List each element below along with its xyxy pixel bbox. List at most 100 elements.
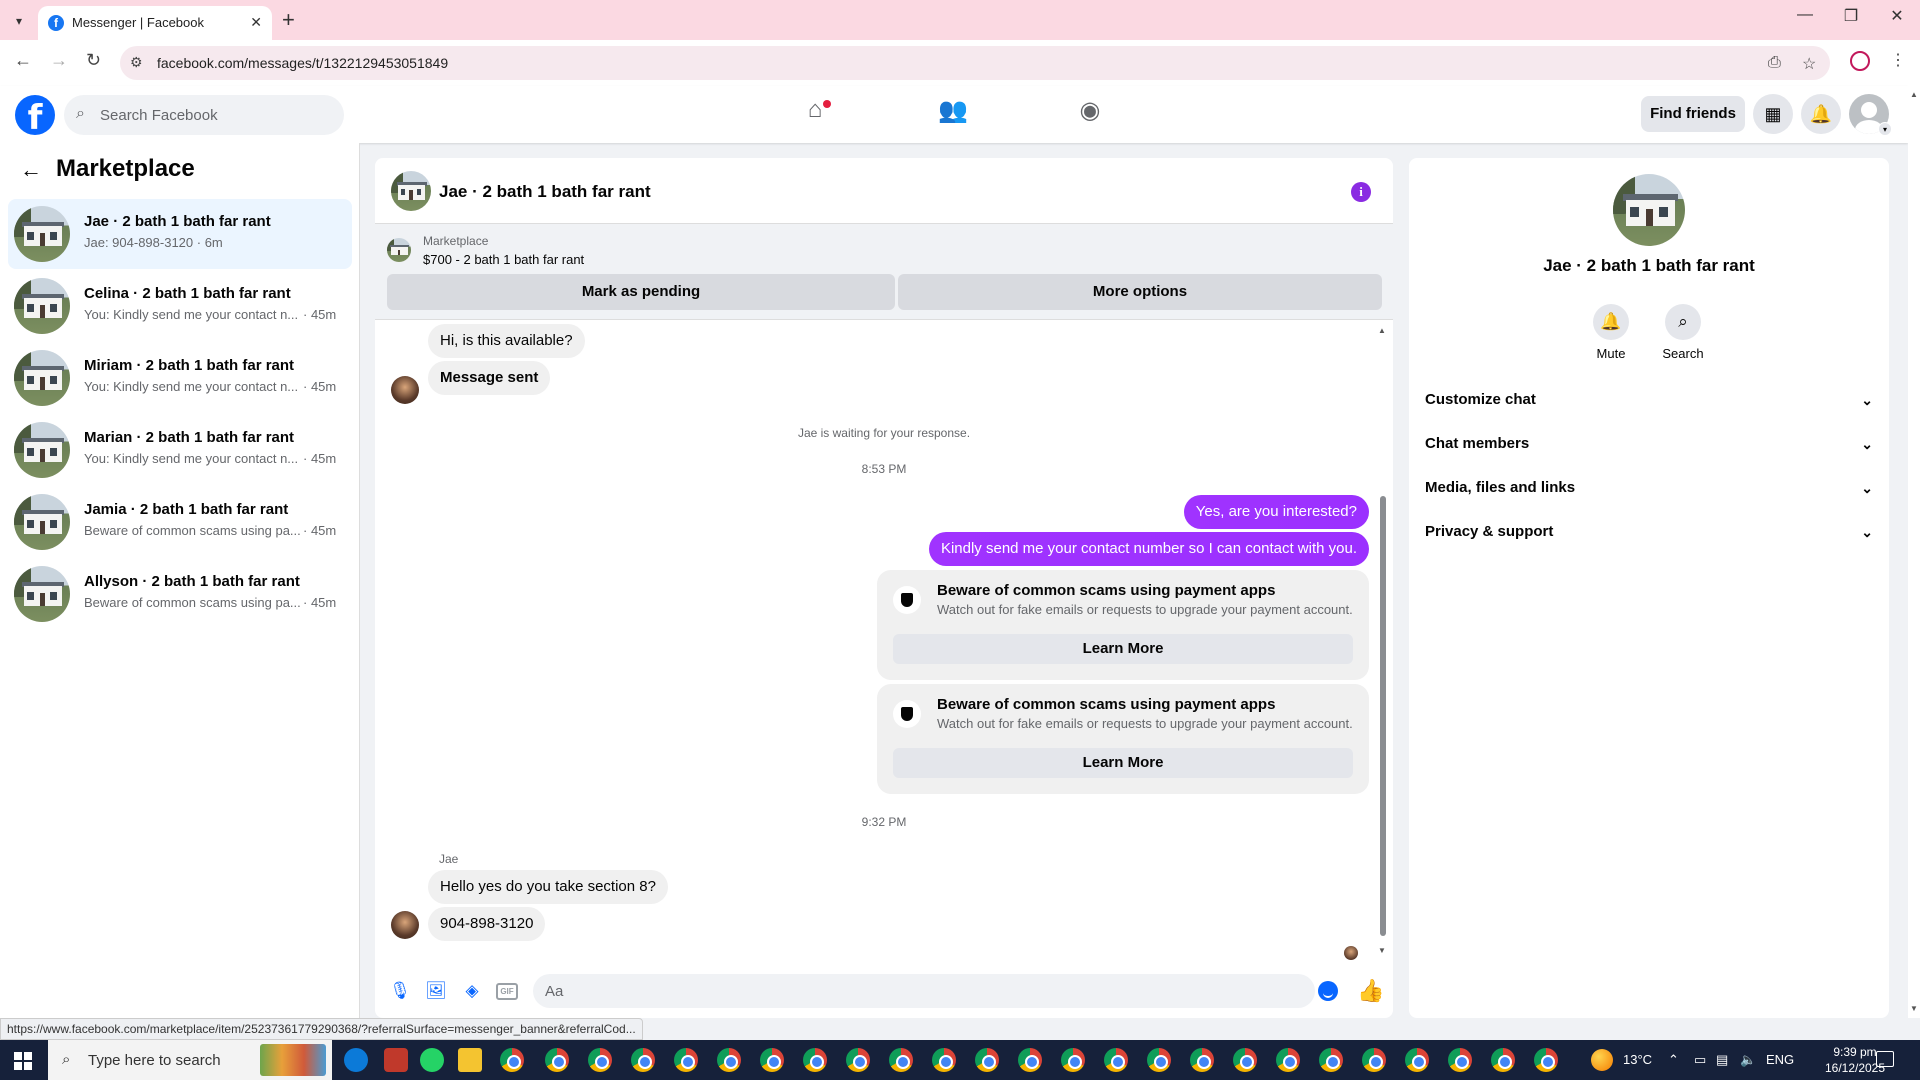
- chrome-icon[interactable]: [803, 1048, 827, 1072]
- notifications-bell-icon[interactable]: 🔔: [1801, 94, 1841, 134]
- back-arrow-icon[interactable]: ←: [20, 157, 42, 183]
- search-icon[interactable]: ⌕: [1665, 304, 1701, 340]
- chrome-icon[interactable]: [932, 1048, 956, 1072]
- windows-start-icon[interactable]: [14, 1052, 32, 1070]
- customize-chat-row[interactable]: Customize chat ⌄: [1425, 382, 1873, 418]
- chat-members-row[interactable]: Chat members ⌄: [1425, 426, 1873, 462]
- conversation-item[interactable]: Jae · 2 bath 1 bath far rant Jae: 904-89…: [8, 199, 352, 269]
- chrome-icon[interactable]: [1491, 1048, 1515, 1072]
- facebook-search[interactable]: ⌕: [64, 95, 344, 135]
- tab-close-icon[interactable]: ✕: [250, 14, 262, 31]
- bookmark-star-icon[interactable]: ☆: [1802, 54, 1816, 74]
- facebook-logo[interactable]: f: [15, 95, 55, 138]
- page-scroll-up-icon[interactable]: ▲: [1910, 90, 1918, 99]
- sender-avatar[interactable]: [391, 911, 419, 939]
- language-indicator[interactable]: ENG: [1766, 1052, 1794, 1067]
- site-info-icon[interactable]: ⚙: [130, 54, 143, 71]
- url-text[interactable]: facebook.com/messages/t/1322129453051849: [157, 55, 448, 71]
- chrome-icon[interactable]: [1534, 1048, 1558, 1072]
- chrome-icon[interactable]: [1362, 1048, 1386, 1072]
- chrome-icon[interactable]: [545, 1048, 569, 1072]
- emoji-icon[interactable]: [1318, 981, 1338, 1001]
- restore-icon[interactable]: ❐: [1828, 6, 1874, 26]
- incoming-message[interactable]: 904-898-3120: [428, 907, 546, 941]
- thumbs-up-icon[interactable]: 👍: [1357, 978, 1384, 1004]
- conversation-item[interactable]: Celina · 2 bath 1 bath far rant You: Kin…: [8, 271, 352, 341]
- chrome-icon[interactable]: [1405, 1048, 1429, 1072]
- outgoing-message[interactable]: Kindly send me your contact number so I …: [928, 532, 1369, 566]
- temperature[interactable]: 13°C: [1623, 1052, 1652, 1067]
- banner-listing[interactable]: $700 - 2 bath 1 bath far rant: [423, 252, 584, 267]
- learn-more-button[interactable]: Learn More: [893, 748, 1353, 778]
- incoming-message[interactable]: Hello yes do you take section 8?: [428, 870, 668, 904]
- browser-profile-icon[interactable]: [1850, 51, 1870, 71]
- page-scrollbar[interactable]: ▲ ▼: [1908, 86, 1920, 1018]
- banner-thumbnail[interactable]: [387, 238, 411, 262]
- chrome-icon[interactable]: [846, 1048, 870, 1072]
- chrome-icon[interactable]: [1448, 1048, 1472, 1072]
- message-input[interactable]: [533, 974, 1315, 1008]
- attach-photo-icon[interactable]: 🖼: [425, 980, 447, 1002]
- learn-more-button[interactable]: Learn More: [893, 634, 1353, 664]
- bell-icon[interactable]: 🔔: [1593, 304, 1629, 340]
- chrome-icon[interactable]: [588, 1048, 612, 1072]
- minimize-icon[interactable]: —: [1782, 6, 1828, 24]
- mark-as-pending-button[interactable]: Mark as pending: [387, 274, 895, 310]
- mute-action[interactable]: 🔔 Mute: [1581, 304, 1641, 361]
- chrome-icon[interactable]: [1190, 1048, 1214, 1072]
- chrome-icon[interactable]: [674, 1048, 698, 1072]
- chrome-icon[interactable]: [975, 1048, 999, 1072]
- notification-center-icon[interactable]: [1876, 1051, 1894, 1067]
- privacy-support-row[interactable]: Privacy & support ⌄: [1425, 514, 1873, 550]
- friends-nav-icon[interactable]: 👥: [933, 96, 973, 132]
- reload-icon[interactable]: ↻: [86, 50, 101, 71]
- forward-icon[interactable]: →: [50, 50, 68, 71]
- new-tab-icon[interactable]: +: [282, 7, 295, 33]
- details-listing-thumbnail[interactable]: [1613, 174, 1685, 246]
- weather-icon[interactable]: [1591, 1049, 1613, 1071]
- chrome-icon[interactable]: [1233, 1048, 1257, 1072]
- scroll-thumb[interactable]: [1380, 496, 1386, 936]
- taskbar-search[interactable]: ⌕ Type here to search: [48, 1040, 332, 1080]
- chrome-icon[interactable]: [760, 1048, 784, 1072]
- chat-listing-thumbnail[interactable]: [391, 171, 431, 211]
- browser-tab[interactable]: f Messenger | Facebook ✕: [38, 6, 272, 40]
- install-app-icon[interactable]: ⎙: [1768, 54, 1781, 72]
- whatsapp-icon[interactable]: [420, 1048, 444, 1072]
- volume-icon[interactable]: 🔈: [1740, 1052, 1756, 1068]
- chrome-icon[interactable]: [717, 1048, 741, 1072]
- microphone-icon[interactable]: 🎙: [389, 980, 411, 1002]
- back-icon[interactable]: ←: [14, 50, 32, 71]
- facebook-search-input[interactable]: [100, 95, 330, 135]
- find-friends-button[interactable]: Find friends: [1641, 96, 1745, 132]
- conversation-item[interactable]: Marian · 2 bath 1 bath far rant You: Kin…: [8, 415, 352, 485]
- chrome-icon[interactable]: [1147, 1048, 1171, 1072]
- tab-search-chevron-icon[interactable]: ▾: [8, 10, 30, 32]
- tray-app-icon[interactable]: ▭: [1694, 1052, 1706, 1068]
- sticker-icon[interactable]: ◈: [461, 980, 483, 1002]
- chrome-icon[interactable]: [1319, 1048, 1343, 1072]
- browser-menu-icon[interactable]: ⋮: [1890, 50, 1906, 70]
- omnibox[interactable]: ⚙ facebook.com/messages/t/13221294530518…: [120, 46, 1830, 80]
- chrome-icon[interactable]: [1104, 1048, 1128, 1072]
- chrome-icon[interactable]: [1276, 1048, 1300, 1072]
- media-files-links-row[interactable]: Media, files and links ⌄: [1425, 470, 1873, 506]
- chrome-icon[interactable]: [631, 1048, 655, 1072]
- chrome-icon[interactable]: [1018, 1048, 1042, 1072]
- incoming-message[interactable]: Hi, is this available?: [428, 324, 585, 358]
- close-window-icon[interactable]: ✕: [1874, 6, 1920, 26]
- chat-title[interactable]: Jae · 2 bath 1 bath far rant: [439, 182, 651, 202]
- account-chevron-icon[interactable]: ▾: [1878, 122, 1892, 136]
- tray-overflow-icon[interactable]: ⌃: [1668, 1052, 1679, 1068]
- network-icon[interactable]: ▤: [1716, 1052, 1728, 1068]
- gif-icon[interactable]: GIF: [496, 983, 518, 1000]
- groups-nav-icon[interactable]: ◉: [1070, 96, 1110, 132]
- chat-scrollbar[interactable]: ▲ ▼: [1378, 326, 1388, 956]
- outgoing-message[interactable]: Yes, are you interested?: [1183, 495, 1369, 529]
- chrome-icon[interactable]: [500, 1048, 524, 1072]
- more-options-button[interactable]: More options: [898, 274, 1382, 310]
- chrome-icon[interactable]: [889, 1048, 913, 1072]
- page-scroll-down-icon[interactable]: ▼: [1910, 1004, 1918, 1013]
- conversation-item[interactable]: Allyson · 2 bath 1 bath far rant Beware …: [8, 559, 352, 629]
- edge-icon[interactable]: [344, 1048, 368, 1072]
